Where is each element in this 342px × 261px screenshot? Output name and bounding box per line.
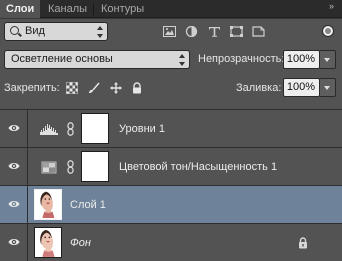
portrait-thumbnail-image — [35, 190, 61, 218]
smart-object-filter-icon[interactable] — [252, 26, 265, 37]
blend-mode-select[interactable]: Осветление основы — [4, 50, 190, 69]
collapse-panel-icon[interactable]: » — [329, 1, 334, 11]
eye-icon[interactable] — [8, 161, 20, 171]
lock-image-pixels-icon[interactable] — [88, 82, 100, 94]
layer-filter-kind-select[interactable]: Вид — [4, 22, 108, 41]
layer-row-layer-1[interactable]: Слой 1 — [0, 185, 342, 223]
eye-icon[interactable] — [8, 199, 20, 209]
tab-separator — [93, 3, 94, 15]
layer-name[interactable]: Уровни 1 — [119, 123, 165, 135]
layer-mask-thumbnail[interactable] — [81, 151, 109, 182]
visibility-cell[interactable] — [0, 186, 28, 223]
fill-input[interactable]: 100% — [283, 78, 320, 97]
select-arrows-icon — [97, 26, 103, 38]
image-filter-icon[interactable] — [163, 26, 176, 37]
layer-name[interactable]: Фон — [70, 237, 91, 249]
tab-channels[interactable]: Каналы — [42, 0, 93, 18]
opacity-label: Непрозрачность: — [198, 53, 285, 65]
fill-slider-dropdown[interactable] — [320, 78, 336, 97]
filter-toggle-icon[interactable] — [322, 25, 334, 37]
panel-tab-bar: Слои Каналы Контуры » — [0, 0, 342, 18]
layer-row-levels[interactable]: Уровни 1 — [0, 109, 342, 147]
layers-panel: Вид Осветление основы Непрозрачность: 10… — [0, 19, 342, 261]
tab-layers[interactable]: Слои — [0, 0, 40, 18]
visibility-cell[interactable] — [0, 148, 28, 185]
visibility-cell[interactable] — [0, 224, 28, 261]
layer-thumbnail[interactable] — [34, 227, 62, 258]
layers-list: Уровни 1 Цветовой тон/Насыщенность 1 Сло… — [0, 109, 342, 261]
lock-label: Закрепить: — [4, 82, 60, 94]
tab-paths[interactable]: Контуры — [95, 0, 150, 18]
mask-link-icon[interactable] — [67, 122, 74, 136]
shape-filter-icon[interactable] — [230, 26, 243, 37]
blend-mode-value: Осветление основы — [11, 53, 113, 65]
lock-transparent-pixels-icon[interactable] — [66, 82, 78, 94]
mask-link-icon[interactable] — [67, 160, 74, 174]
lock-position-icon[interactable] — [110, 82, 122, 94]
layer-mask-thumbnail[interactable] — [81, 113, 109, 144]
layer-row-hue-saturation[interactable]: Цветовой тон/Насыщенность 1 — [0, 147, 342, 185]
hue-saturation-icon — [39, 161, 59, 174]
filter-kind-label: Вид — [25, 25, 45, 37]
portrait-thumbnail-image — [35, 228, 61, 257]
layer-lock-icon — [298, 237, 308, 249]
eye-icon[interactable] — [8, 237, 20, 247]
layer-name[interactable]: Цветовой тон/Насыщенность 1 — [119, 161, 277, 173]
type-filter-icon[interactable] — [208, 26, 221, 37]
opacity-slider-dropdown[interactable] — [320, 50, 336, 69]
opacity-input[interactable]: 100% — [283, 50, 320, 69]
eye-icon[interactable] — [8, 123, 20, 133]
layer-thumbnail[interactable] — [34, 189, 62, 220]
adjustment-filter-icon[interactable] — [185, 26, 198, 37]
layer-name[interactable]: Слой 1 — [70, 199, 106, 211]
layer-row-background[interactable]: Фон — [0, 223, 342, 261]
levels-icon — [39, 123, 59, 136]
visibility-cell[interactable] — [0, 110, 28, 147]
fill-label: Заливка: — [236, 82, 282, 94]
search-icon — [10, 26, 19, 35]
select-arrows-icon — [179, 54, 185, 66]
lock-all-icon[interactable] — [131, 82, 143, 94]
